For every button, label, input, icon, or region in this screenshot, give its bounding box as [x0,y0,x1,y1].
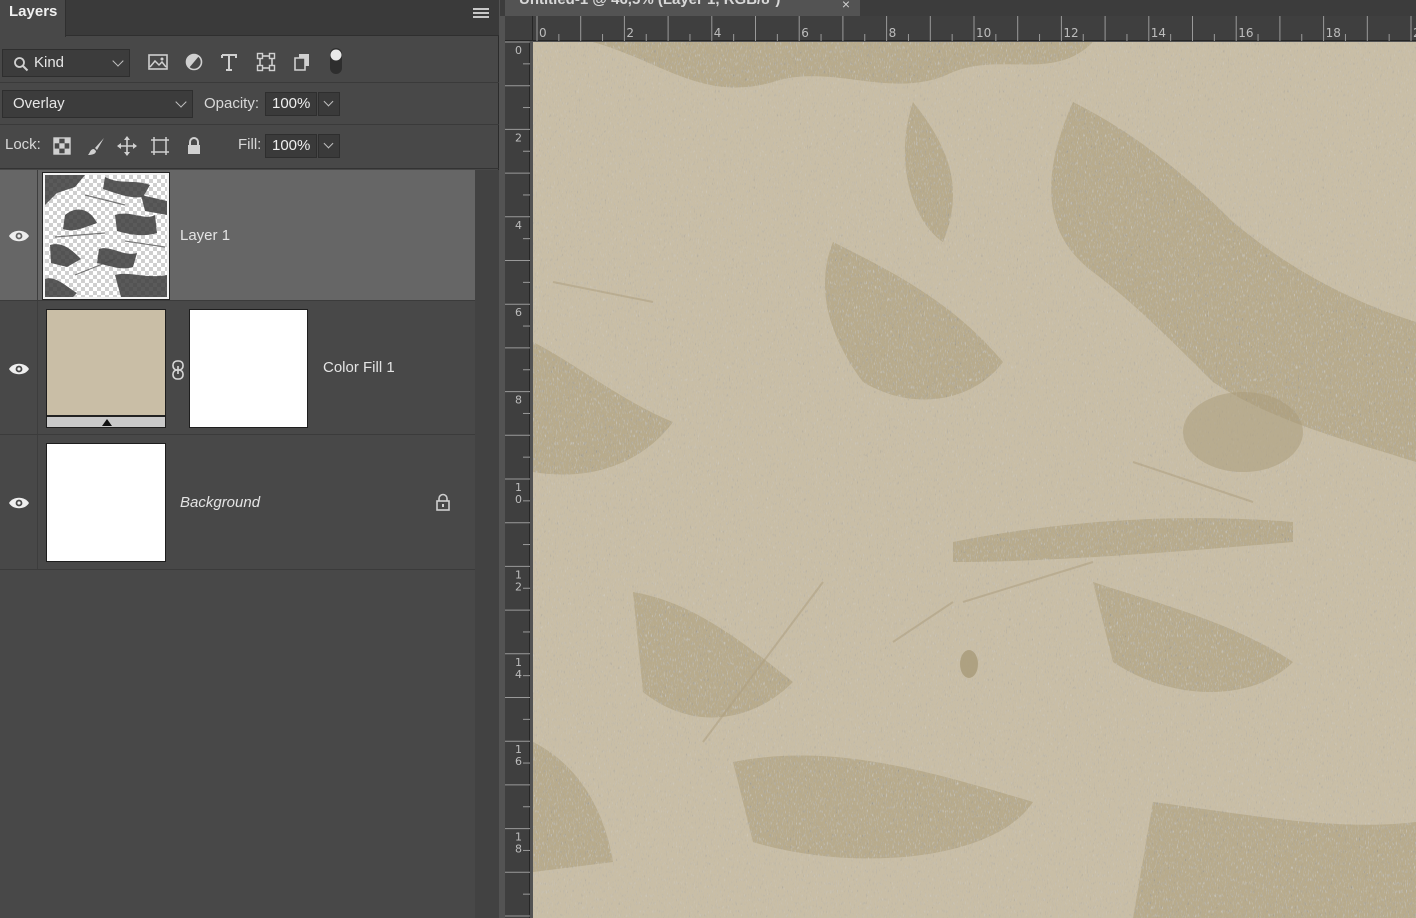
ruler-label: 8 [889,26,897,40]
layer-name[interactable]: Layer 1 [180,227,230,244]
lock-label: Lock: [5,136,41,153]
blend-mode-select[interactable]: Overlay [2,90,193,118]
chevron-down-icon [323,138,334,149]
ruler-label: 2 [515,131,522,144]
mask-link-chain-icon[interactable] [171,359,185,381]
visibility-column [0,301,38,434]
ruler-label: 4 [515,219,522,232]
shape-layer-filter-icon[interactable] [254,50,278,74]
fill-label: Fill: [238,136,262,153]
filter-kind-select[interactable]: Kind [2,49,130,77]
ruler-label: 6 [801,26,809,40]
layer-name[interactable]: Background [180,494,260,511]
layers-panel: Layers Kind Overlay Opacity: 100% Lock: … [0,0,499,918]
ruler-label: 2 [515,580,522,593]
pixel-layer-filter-icon[interactable] [146,50,170,74]
search-icon [14,57,29,72]
fill-slider-button[interactable] [318,134,340,158]
tab-layers[interactable]: Layers [0,0,66,37]
eye-icon[interactable] [8,496,30,510]
ruler-label: 0 [539,26,547,40]
filter-row: Kind [0,37,499,83]
ruler-label: 6 [515,755,522,768]
ruler-label: 0 [515,44,522,57]
blend-mode-label: Overlay [13,95,65,112]
layer-row-background[interactable]: Background [0,435,475,570]
ruler-label: 8 [515,394,522,407]
ruler-label: 6 [515,306,522,319]
close-icon[interactable]: × [842,0,850,12]
layer-row-layer-1[interactable]: Layer 1 [0,170,475,301]
type-layer-filter-icon[interactable] [217,50,241,74]
lock-row: Lock: Fill: 100% [0,125,499,169]
ruler-label: 12 [1063,26,1078,40]
layer-name[interactable]: Color Fill 1 [323,359,395,376]
chevron-down-icon [112,55,124,67]
ruler-label: 16 [1238,26,1253,40]
color-fill-swatch-thumbnail[interactable] [46,309,166,428]
layers-scrollbar[interactable] [475,170,499,918]
lock-all-icon[interactable] [183,135,205,157]
vertical-ruler-ticks: 024681012141618 [505,41,530,917]
eye-icon[interactable] [8,362,30,376]
lock-position-move-icon[interactable] [116,135,138,157]
ruler-label: 10 [976,26,991,40]
filter-toggle-icon[interactable] [324,46,348,76]
layer-row-color-fill-1[interactable]: Color Fill 1 [0,301,475,435]
ruler-label: 4 [515,668,522,681]
ruler-label: 8 [515,843,522,856]
grunge-texture-artwork [533,42,1416,918]
lock-transparent-pixels-icon[interactable] [51,135,73,157]
eye-icon[interactable] [8,229,30,243]
panel-tabbar: Layers [0,0,499,37]
horizontal-ruler-ticks: 0246810121416182 [536,16,1416,41]
blend-row: Overlay Opacity: 100% [0,83,499,125]
fill-input[interactable]: 100% [265,134,317,158]
ruler-origin[interactable] [505,16,533,41]
vertical-ruler[interactable]: 024681012141618 [505,41,530,918]
adjustment-layer-filter-icon[interactable] [182,50,206,74]
document-tab-title: Untitled-1 @ 46,5% (Layer 1, RGB/8*) [519,0,780,8]
ruler-label: 4 [714,26,722,40]
visibility-column [0,170,38,300]
horizontal-ruler[interactable]: 0246810121416182 [533,16,1416,41]
document-tab[interactable]: Untitled-1 @ 46,5% (Layer 1, RGB/8*) × [505,0,860,16]
filter-kind-label: Kind [34,54,65,71]
smart-object-filter-icon[interactable] [290,50,314,74]
ruler-label: 2 [626,26,634,40]
opacity-slider-button[interactable] [318,92,340,116]
opacity-label: Opacity: [204,95,260,112]
layer-mask-thumbnail[interactable] [189,309,308,428]
lock-artboard-icon[interactable] [149,135,171,157]
grunge-texture-thumbnail-image [45,175,167,297]
lock-image-pixels-brush-icon[interactable] [85,135,107,157]
layer-1-thumbnail[interactable] [42,172,170,300]
layer-lock-icon [436,493,450,511]
layers-list: Layer 1 Color Fill 1 Background [0,170,475,918]
ruler-label: 14 [1151,26,1166,40]
ruler-label: 0 [515,493,522,506]
document-canvas[interactable] [533,42,1416,918]
chevron-down-icon [175,96,187,108]
ruler-label: 18 [1326,26,1341,40]
panel-menu-icon[interactable] [473,8,489,22]
background-thumbnail[interactable] [46,443,166,562]
opacity-input[interactable]: 100% [265,92,317,116]
chevron-down-icon [323,96,334,107]
visibility-column [0,435,38,569]
